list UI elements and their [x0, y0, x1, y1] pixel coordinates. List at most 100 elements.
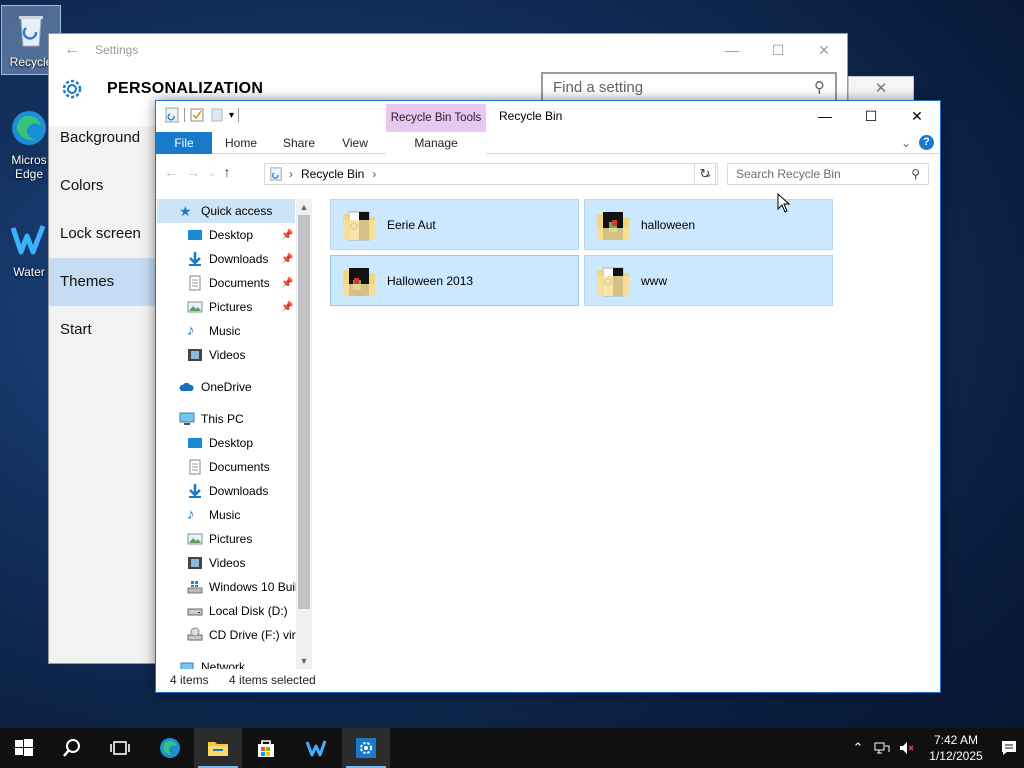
pin-icon[interactable]: 📌	[281, 302, 293, 313]
properties-icon[interactable]	[189, 107, 205, 123]
clock-time: 7:42 AM	[933, 733, 979, 747]
recycle-bin-small-icon[interactable]	[164, 107, 180, 123]
pin-icon[interactable]: 📌	[281, 230, 293, 241]
nav-pc-videos[interactable]: Videos	[157, 551, 245, 575]
search-placeholder: Search Recycle Bin	[736, 167, 841, 181]
file-explorer-window[interactable]: ▾ Recycle Bin Tools Recycle Bin — ☐ ✕ Fi…	[155, 100, 941, 693]
nav-item-themes[interactable]: Themes	[49, 258, 157, 306]
nav-qa-documents[interactable]: Documents 📌	[157, 271, 293, 295]
background-window-close-button[interactable]: ✕	[848, 76, 914, 102]
nav-item-start[interactable]: Start	[49, 306, 157, 354]
nav-qa-videos[interactable]: Videos	[157, 343, 245, 367]
scrollbar-thumb[interactable]	[298, 215, 310, 609]
nav-qa-pictures[interactable]: Pictures 📌	[157, 295, 293, 319]
volume-muted-icon[interactable]	[894, 728, 918, 768]
nav-onedrive[interactable]: OneDrive	[157, 375, 252, 399]
recycle-bin-tools-tab[interactable]: Recycle Bin Tools	[386, 104, 486, 133]
nav-qa-downloads[interactable]: Downloads 📌	[157, 247, 293, 271]
downloads-icon	[189, 484, 201, 498]
recycle-bin-icon	[19, 16, 43, 47]
help-icon[interactable]: ?	[919, 135, 934, 150]
up-arrow-icon[interactable]: ↑	[224, 164, 231, 182]
navigation-pane: ★ Quick access Desktop 📌 Downloads 📌 Doc…	[157, 199, 312, 669]
tab-home[interactable]: Home	[216, 132, 266, 154]
nav-qa-desktop[interactable]: Desktop 📌	[157, 223, 293, 247]
new-folder-icon[interactable]	[209, 107, 225, 123]
nav-label: Downloads	[209, 484, 269, 498]
pin-icon[interactable]: 📌	[281, 278, 293, 289]
settings-gear-icon	[356, 738, 376, 758]
taskbar-settings[interactable]	[342, 728, 390, 768]
tab-view[interactable]: View	[332, 132, 378, 154]
minimize-button[interactable]: —	[709, 42, 755, 58]
search-button[interactable]	[48, 728, 96, 768]
desktop-icon-edge[interactable]: Micros Edge	[4, 108, 54, 181]
breadcrumb-chevron-icon[interactable]: ›	[289, 167, 293, 181]
network-icon[interactable]	[870, 728, 894, 768]
documents-icon	[189, 459, 201, 475]
pin-icon[interactable]: 📌	[281, 254, 293, 265]
desktop-folder-icon	[188, 230, 202, 240]
taskbar-store[interactable]	[242, 728, 290, 768]
forward-arrow-icon[interactable]: →	[186, 164, 200, 182]
explorer-titlebar[interactable]: ▾ Recycle Bin Tools Recycle Bin — ☐ ✕	[156, 101, 940, 133]
nav-pc-music[interactable]: ♪ Music	[157, 503, 240, 527]
taskbar-edge[interactable]	[146, 728, 194, 768]
nav-this-pc[interactable]: This PC	[157, 407, 244, 431]
nav-pc-pictures[interactable]: Pictures	[157, 527, 252, 551]
close-button[interactable]: ✕	[801, 42, 847, 59]
selected-count: 4 items selected	[229, 673, 316, 687]
pictures-icon	[187, 301, 203, 313]
tab-share[interactable]: Share	[274, 132, 324, 154]
minimize-button[interactable]: —	[802, 101, 848, 131]
recent-locations-icon[interactable]: ⌄	[208, 164, 216, 182]
nav-qa-music[interactable]: ♪ Music	[157, 319, 240, 343]
nav-quick-access[interactable]: ★ Quick access	[157, 199, 295, 223]
back-arrow-icon[interactable]: ←	[164, 164, 178, 182]
nav-item-background[interactable]: Background	[49, 114, 157, 162]
start-button[interactable]	[0, 728, 48, 768]
settings-titlebar[interactable]: ← Settings — ☐ ✕	[49, 34, 847, 66]
scroll-down-icon[interactable]: ▼	[296, 653, 312, 669]
recycled-item[interactable]: Eerie Aut	[330, 199, 579, 250]
refresh-button[interactable]: ↻	[694, 163, 716, 185]
taskbar-water-app[interactable]	[292, 728, 340, 768]
nav-network[interactable]: Network	[157, 655, 245, 669]
nav-pc-documents[interactable]: Documents	[157, 455, 270, 479]
recycled-item[interactable]: Halloween 2013	[330, 255, 579, 306]
recycled-item[interactable]: halloween	[584, 199, 833, 250]
nav-pc-local-disk-d[interactable]: Local Disk (D:)	[157, 599, 288, 623]
nav-pc-desktop[interactable]: Desktop	[157, 431, 253, 455]
settings-search-input[interactable]: Find a setting ⚲	[541, 72, 837, 102]
nav-item-colors[interactable]: Colors	[49, 162, 157, 210]
action-center-icon[interactable]	[994, 739, 1024, 757]
breadcrumb[interactable]: Recycle Bin	[301, 167, 364, 181]
nav-pane-scrollbar[interactable]: ▲ ▼	[296, 199, 312, 669]
nav-pc-cd-drive-f[interactable]: CD Drive (F:) virt	[157, 623, 299, 647]
expand-ribbon-icon[interactable]: ⌄	[901, 136, 911, 150]
task-view-button[interactable]	[96, 728, 144, 768]
explorer-search-input[interactable]: Search Recycle Bin ⚲	[727, 163, 929, 185]
clock[interactable]: 7:42 AM 1/12/2025	[918, 732, 994, 764]
desktop-icon-water[interactable]: Water	[4, 220, 54, 279]
toolbar-separator	[184, 108, 185, 122]
nav-pc-downloads[interactable]: Downloads	[157, 479, 268, 503]
maximize-button[interactable]: ☐	[755, 42, 801, 59]
scroll-up-icon[interactable]: ▲	[296, 199, 312, 215]
tab-manage[interactable]: Manage	[386, 132, 486, 154]
tab-file[interactable]: File	[156, 132, 212, 154]
taskbar-file-explorer[interactable]	[194, 728, 242, 768]
breadcrumb-chevron-icon[interactable]: ›	[372, 167, 376, 181]
file-explorer-icon	[208, 742, 228, 756]
back-arrow-icon[interactable]: ←	[49, 41, 95, 59]
maximize-button[interactable]: ☐	[848, 101, 894, 131]
recycled-item[interactable]: www	[584, 255, 833, 306]
nav-item-lock-screen[interactable]: Lock screen	[49, 210, 157, 258]
music-icon: ♪	[187, 322, 195, 339]
address-bar[interactable]: › Recycle Bin › ⌄	[264, 163, 718, 185]
customize-toolbar-icon[interactable]: ▾	[229, 110, 234, 121]
nav-pc-windows-drive[interactable]: Windows 10 Buil	[157, 575, 298, 599]
close-button[interactable]: ✕	[894, 101, 940, 131]
folder-icon	[597, 211, 629, 240]
show-hidden-icons-chevron-icon[interactable]: ⌃	[846, 728, 870, 768]
